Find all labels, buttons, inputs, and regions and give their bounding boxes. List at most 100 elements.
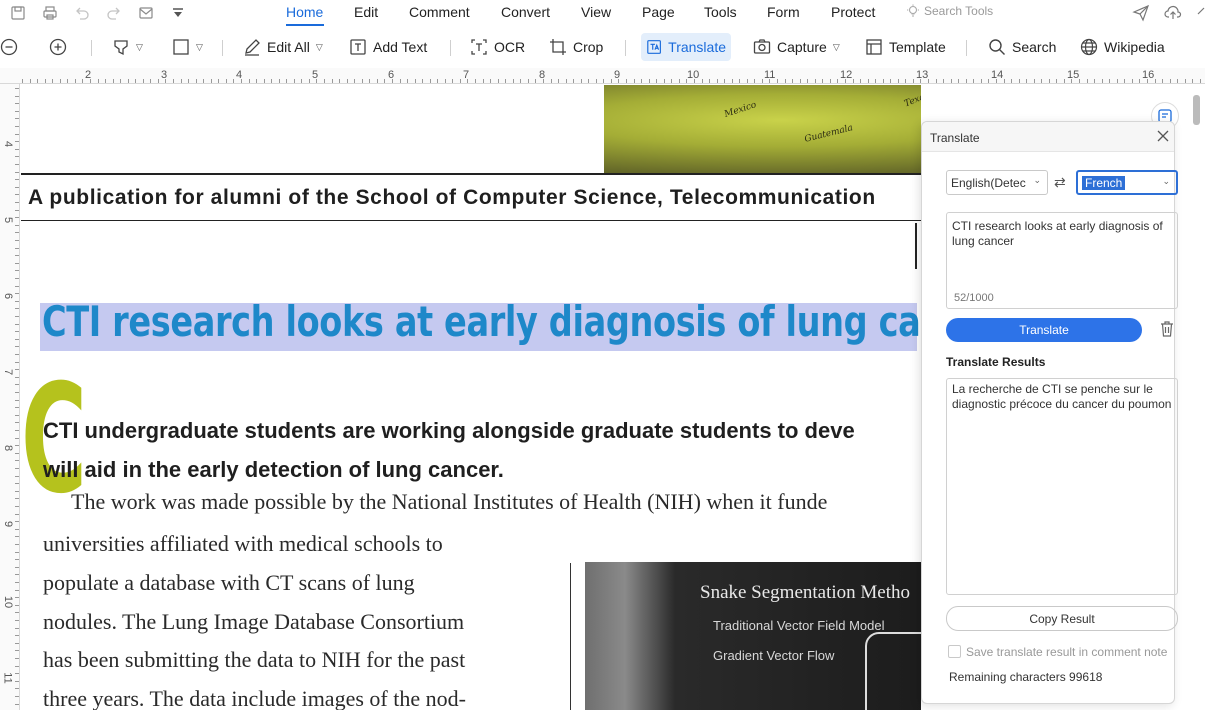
edit-all-button[interactable]: Edit All ▽ xyxy=(243,33,323,61)
ruler-tick xyxy=(339,79,341,83)
photo-slide-item: Traditional Vector Field Model xyxy=(713,618,885,633)
wikipedia-button[interactable]: Wikipedia xyxy=(1080,33,1165,61)
ruler-tick xyxy=(15,270,19,272)
ruler-tick xyxy=(15,414,19,416)
menu-form[interactable]: Form xyxy=(767,4,800,20)
ruler-tick xyxy=(210,79,212,83)
menu-page[interactable]: Page xyxy=(642,4,675,20)
ruler-tick xyxy=(15,240,19,241)
header-rule xyxy=(21,173,921,175)
save-to-comment-checkbox[interactable] xyxy=(948,645,961,658)
menu-tools[interactable]: Tools xyxy=(704,4,737,20)
ruler-tick xyxy=(754,79,756,83)
ruler-tick xyxy=(950,79,952,83)
ocr-button[interactable]: OCR xyxy=(470,33,525,61)
search-tools[interactable]: Search Tools xyxy=(906,4,993,18)
template-label: Template xyxy=(889,39,946,55)
ruler-tick xyxy=(459,79,461,83)
trash-icon[interactable] xyxy=(1158,320,1176,338)
ruler-tick xyxy=(1003,79,1005,83)
search-button[interactable]: Search xyxy=(988,33,1056,61)
toolbar: ▽ ▽ Edit All ▽ Add Text OCR Crop Transla… xyxy=(0,28,1205,66)
ruler-tick xyxy=(973,79,975,83)
ruler-tick xyxy=(15,475,19,477)
print-icon[interactable] xyxy=(40,3,60,23)
menu-edit[interactable]: Edit xyxy=(354,4,378,20)
ruler-tick xyxy=(1162,79,1164,83)
source-language-select[interactable]: English(Detec ⌄ xyxy=(946,170,1048,195)
ruler-tick xyxy=(437,79,439,83)
ruler-tick xyxy=(15,262,19,264)
ruler-tick xyxy=(935,79,937,83)
ruler-tick xyxy=(376,79,378,83)
quick-access-dropdown-icon[interactable] xyxy=(168,3,188,23)
character-counter: 52/1000 xyxy=(954,292,994,304)
translate-panel: Translate English(Detec ⌄ ⇄ French ⌄ CTI… xyxy=(921,121,1178,704)
scrollbar-thumb[interactable] xyxy=(1193,95,1200,125)
crop-button[interactable]: Crop xyxy=(549,33,603,61)
menu-convert[interactable]: Convert xyxy=(501,4,550,20)
ruler-tick xyxy=(89,79,91,83)
translate-submit-button[interactable]: Translate xyxy=(946,318,1142,342)
cloud-upload-icon[interactable] xyxy=(1164,4,1182,22)
swap-languages-icon[interactable]: ⇄ xyxy=(1054,174,1066,191)
zoom-in-button[interactable] xyxy=(49,33,67,61)
panel-title: Translate xyxy=(930,131,980,145)
translate-button[interactable]: Translate xyxy=(641,33,731,61)
ruler-tick xyxy=(15,316,19,317)
copy-result-button[interactable]: Copy Result xyxy=(946,606,1178,631)
photo-slide-item: Gradient Vector Flow xyxy=(713,648,835,663)
ruler-tick xyxy=(15,597,19,599)
add-text-button[interactable]: Add Text xyxy=(349,33,427,61)
ruler-tick xyxy=(678,79,680,83)
ruler-tick xyxy=(263,79,265,83)
ruler-tick xyxy=(890,79,892,83)
highlight-tool-button[interactable]: ▽ xyxy=(112,33,143,61)
ruler-tick xyxy=(233,79,235,83)
expand-icon[interactable] xyxy=(1196,4,1205,22)
ruler-tick xyxy=(1124,79,1126,83)
target-language-select[interactable]: French ⌄ xyxy=(1076,170,1178,195)
ruler-tick xyxy=(807,79,809,83)
template-button[interactable]: Template xyxy=(865,33,946,61)
translation-result-box[interactable]: La recherche de CTI se penche sur le dia… xyxy=(946,378,1178,595)
ruler-number: 12 xyxy=(840,69,853,81)
redo-icon[interactable] xyxy=(104,3,124,23)
zoom-out-button[interactable] xyxy=(0,33,18,61)
undo-icon[interactable] xyxy=(72,3,92,23)
ruler-tick xyxy=(777,79,778,83)
ruler-tick xyxy=(105,79,107,83)
edit-all-label: Edit All xyxy=(267,39,310,55)
ruler-tick xyxy=(580,79,582,83)
mail-icon[interactable] xyxy=(136,3,156,23)
ruler-number: 11 xyxy=(1,672,14,684)
ruler-tick xyxy=(15,338,19,340)
document-page[interactable]: Mexico Guatemala Texas A publication for… xyxy=(21,85,921,710)
ruler-tick xyxy=(15,544,19,545)
send-icon[interactable] xyxy=(1132,4,1150,22)
menu-protect[interactable]: Protect xyxy=(831,4,875,20)
source-text: CTI research looks at early diagnosis of… xyxy=(952,219,1163,248)
ruler-tick xyxy=(686,79,688,83)
article-headline[interactable]: CTI research looks at early diagnosis of… xyxy=(42,297,921,346)
source-text-input[interactable]: CTI research looks at early diagnosis of… xyxy=(946,212,1178,309)
ruler-number: 6 xyxy=(2,292,15,300)
ruler-tick xyxy=(15,118,19,120)
ruler-tick xyxy=(15,521,19,523)
ruler-tick xyxy=(958,79,960,83)
menu-home[interactable]: Home xyxy=(286,4,323,20)
menu-view[interactable]: View xyxy=(581,4,611,20)
ruler-tick xyxy=(995,79,997,83)
ruler-tick xyxy=(15,536,19,538)
close-icon[interactable] xyxy=(1156,129,1170,143)
capture-button[interactable]: Capture ▽ xyxy=(753,33,840,61)
save-icon[interactable] xyxy=(8,3,28,23)
menu-comment[interactable]: Comment xyxy=(409,4,470,20)
ruler-tick xyxy=(1033,79,1035,83)
shape-tool-button[interactable]: ▽ xyxy=(172,33,203,61)
article-lede: CTI undergraduate students are working a… xyxy=(43,411,855,489)
ruler-tick xyxy=(399,79,401,83)
ruler-tick xyxy=(414,79,416,83)
ruler-tick xyxy=(15,392,19,393)
ruler-tick xyxy=(15,323,19,325)
